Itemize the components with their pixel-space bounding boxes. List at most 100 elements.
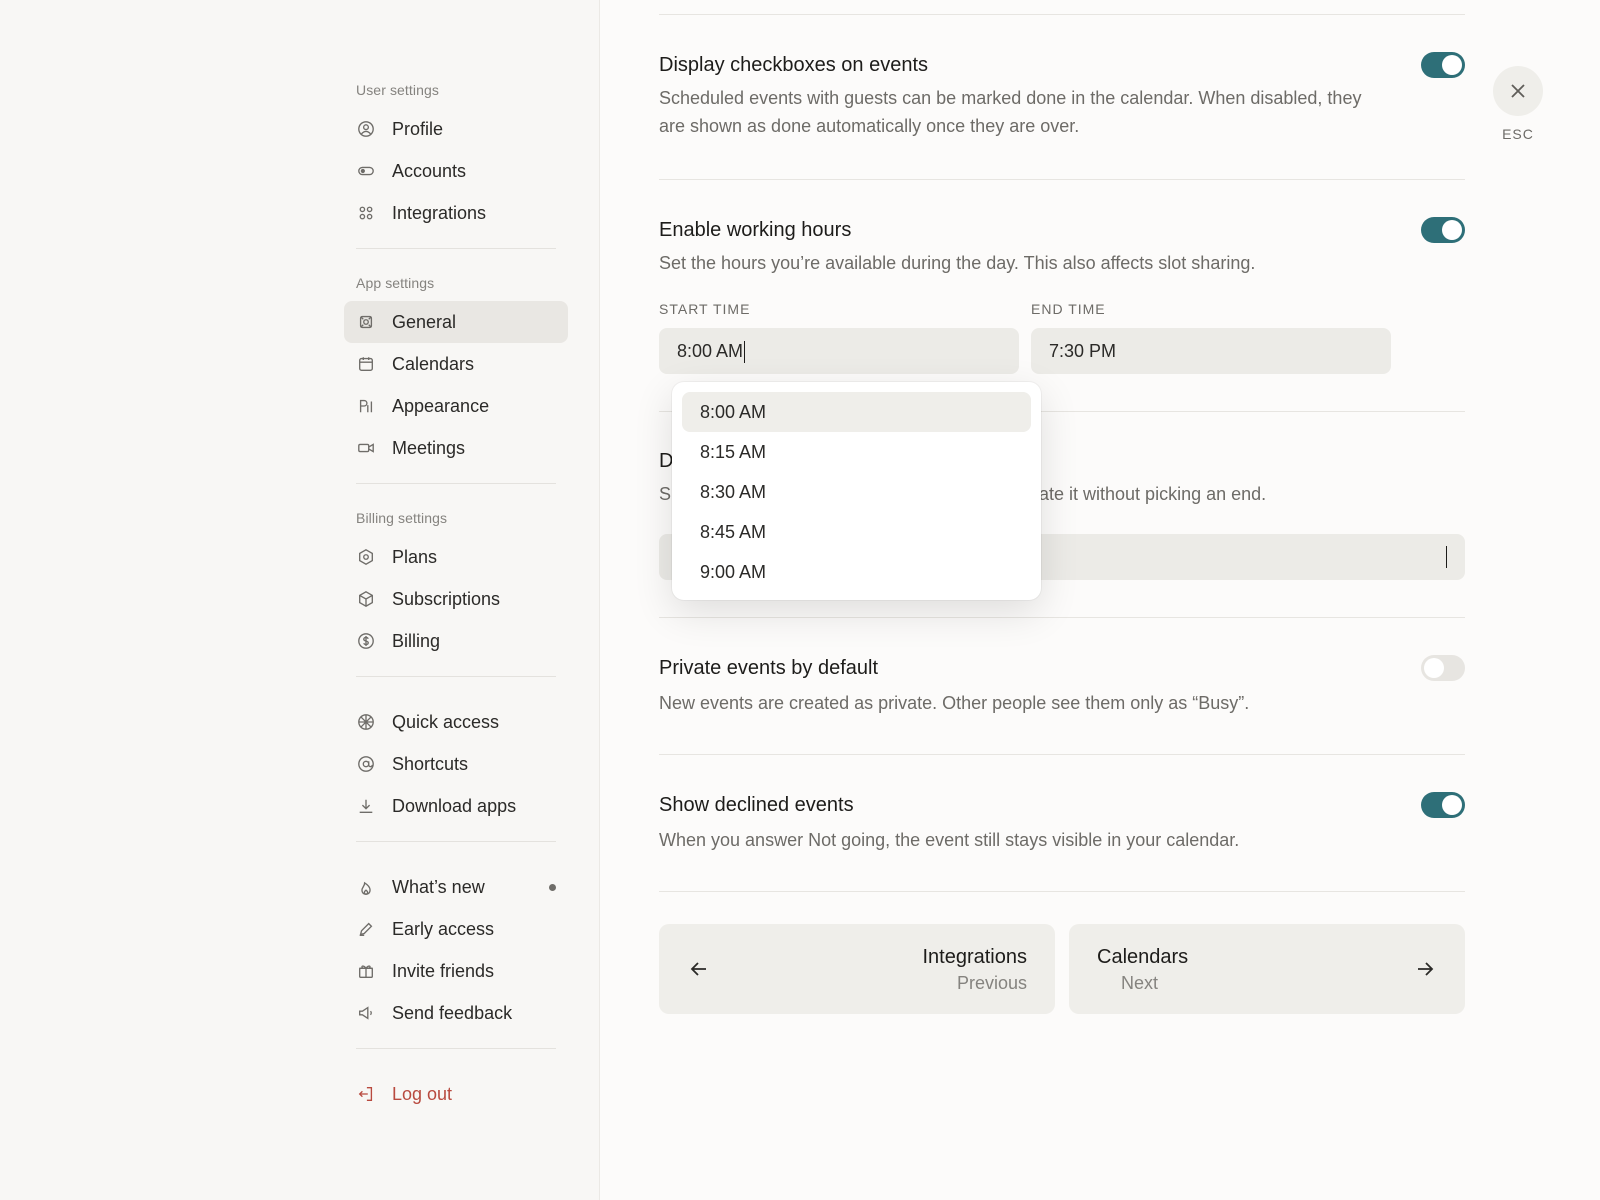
flame-icon [356, 877, 376, 897]
text-caret [1446, 546, 1447, 568]
box-icon [356, 589, 376, 609]
grid-icon [356, 203, 376, 223]
sidebar-item-label: Meetings [392, 438, 465, 459]
text-caret [744, 341, 745, 363]
section-divider [659, 14, 1465, 15]
sidebar-item-label: Shortcuts [392, 754, 468, 775]
sidebar-divider [356, 483, 556, 484]
toggle-knob [1442, 220, 1462, 240]
gift-icon [356, 961, 376, 981]
sidebar-item-label: Profile [392, 119, 443, 140]
start-time-input[interactable]: 8:00 AM [659, 328, 1019, 374]
setting-title-declined: Show declined events [659, 794, 854, 817]
general-icon [356, 312, 376, 332]
dollar-circle-icon [356, 631, 376, 651]
sidebar-item-label: Subscriptions [392, 589, 500, 610]
next-page-button[interactable]: Calendars Next [1069, 924, 1465, 1014]
sidebar-item-quick-access[interactable]: Quick access [344, 701, 568, 743]
calendar-icon [356, 354, 376, 374]
sidebar-item-label: Appearance [392, 396, 489, 417]
arrow-left-icon [687, 957, 711, 981]
sidebar-item-label: Log out [392, 1084, 452, 1105]
at-sign-icon [356, 754, 376, 774]
end-time-label: END TIME [1031, 301, 1106, 317]
sidebar-item-plans[interactable]: Plans [344, 536, 568, 578]
toggle-private-events[interactable] [1421, 655, 1465, 681]
sidebar-item-label: Early access [392, 919, 494, 940]
logout-icon [356, 1084, 376, 1104]
sidebar-item-label: Accounts [392, 161, 466, 182]
end-time-input[interactable]: 7:30 PM [1031, 328, 1391, 374]
sidebar-item-accounts[interactable]: Accounts [344, 150, 568, 192]
dropdown-option[interactable]: 8:30 AM [682, 472, 1031, 512]
sidebar-item-shortcuts[interactable]: Shortcuts [344, 743, 568, 785]
toggle-knob [1442, 795, 1462, 815]
previous-page-title: Integrations [922, 946, 1027, 969]
setting-title-checkboxes: Display checkboxes on events [659, 54, 928, 77]
start-time-value: 8:00 AM [677, 341, 743, 361]
setting-desc-working-hours: Set the hours you’re available during th… [659, 249, 1379, 277]
arrow-right-icon [1413, 957, 1437, 981]
previous-page-button[interactable]: Integrations Previous [659, 924, 1055, 1014]
close-button[interactable] [1493, 66, 1543, 116]
sidebar-item-calendars[interactable]: Calendars [344, 343, 568, 385]
sidebar-item-label: Billing [392, 631, 440, 652]
sidebar-item-profile[interactable]: Profile [344, 108, 568, 150]
sidebar-item-early-access[interactable]: Early access [344, 908, 568, 950]
sidebar-item-label: General [392, 312, 456, 333]
sidebar-divider [356, 248, 556, 249]
setting-desc-covered-right: ate it without picking an end. [1039, 484, 1266, 505]
sidebar-item-subscriptions[interactable]: Subscriptions [344, 578, 568, 620]
end-time-value: 7:30 PM [1049, 341, 1116, 361]
dropdown-option[interactable]: 8:45 AM [682, 512, 1031, 552]
megaphone-icon [356, 1003, 376, 1023]
sidebar-item-label: Invite friends [392, 961, 494, 982]
sidebar-item-meetings[interactable]: Meetings [344, 427, 568, 469]
dropdown-option[interactable]: 9:00 AM [682, 552, 1031, 592]
dropdown-option[interactable]: 8:15 AM [682, 432, 1031, 472]
sidebar-item-appearance[interactable]: Appearance [344, 385, 568, 427]
aperture-icon [356, 712, 376, 732]
next-page-title: Calendars [1097, 946, 1188, 969]
sidebar-item-label: Download apps [392, 796, 516, 817]
section-label-app-settings: App settings [344, 273, 568, 293]
sidebar-item-whats-new[interactable]: What’s new [344, 866, 568, 908]
setting-title-working-hours: Enable working hours [659, 219, 851, 242]
close-icon [1509, 82, 1527, 100]
previous-page-sub: Previous [957, 973, 1027, 994]
sidebar-item-send-feedback[interactable]: Send feedback [344, 992, 568, 1034]
setting-title-private: Private events by default [659, 657, 878, 680]
toggle-checkboxes[interactable] [1421, 52, 1465, 78]
sidebar-item-label: Integrations [392, 203, 486, 224]
setting-desc-private: New events are created as private. Other… [659, 689, 1379, 717]
toggle-declined-events[interactable] [1421, 792, 1465, 818]
sidebar-item-logout[interactable]: Log out [344, 1073, 568, 1115]
setting-desc-declined: When you answer Not going, the event sti… [659, 826, 1379, 854]
download-icon [356, 796, 376, 816]
unread-dot [549, 884, 556, 891]
sidebar-divider [356, 1048, 556, 1049]
sidebar-item-integrations[interactable]: Integrations [344, 192, 568, 234]
sidebar-item-invite-friends[interactable]: Invite friends [344, 950, 568, 992]
section-divider [659, 754, 1465, 755]
start-time-label: START TIME [659, 301, 750, 317]
start-time-dropdown: 8:00 AM 8:15 AM 8:30 AM 8:45 AM 9:00 AM [672, 382, 1041, 600]
settings-sidebar: User settings Profile Accounts Integrati… [0, 0, 600, 1200]
sidebar-item-download-apps[interactable]: Download apps [344, 785, 568, 827]
esc-hint: ESC [1493, 126, 1543, 142]
sidebar-item-billing[interactable]: Billing [344, 620, 568, 662]
pen-icon [356, 919, 376, 939]
sidebar-divider [356, 841, 556, 842]
toggle-icon [356, 161, 376, 181]
typography-icon [356, 396, 376, 416]
section-label-user-settings: User settings [344, 80, 568, 100]
toggle-working-hours[interactable] [1421, 217, 1465, 243]
user-circle-icon [356, 119, 376, 139]
sidebar-item-label: Send feedback [392, 1003, 512, 1024]
sidebar-item-label: Plans [392, 547, 437, 568]
hexagon-icon [356, 547, 376, 567]
dropdown-option[interactable]: 8:00 AM [682, 392, 1031, 432]
sidebar-item-general[interactable]: General [344, 301, 568, 343]
section-label-billing-settings: Billing settings [344, 508, 568, 528]
sidebar-divider [356, 676, 556, 677]
